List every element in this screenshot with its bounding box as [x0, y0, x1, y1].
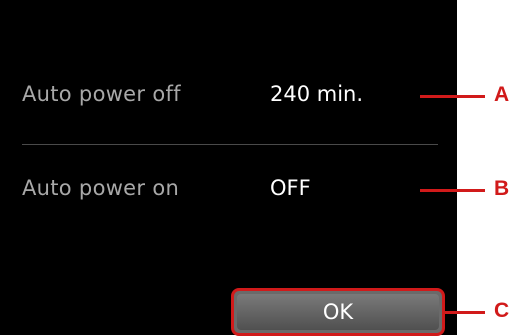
auto-power-on-value[interactable]: OFF — [270, 176, 311, 200]
auto-power-off-value[interactable]: 240 min. — [270, 82, 363, 106]
ok-button-label: OK — [237, 294, 439, 330]
auto-power-off-label: Auto power off — [22, 82, 181, 106]
callout-line-a — [420, 95, 485, 98]
printer-lcd-screen: Auto power off 240 min. Auto power on OF… — [0, 0, 457, 335]
auto-power-on-label: Auto power on — [22, 176, 180, 200]
callout-label-b: B — [494, 177, 510, 200]
row-divider — [22, 144, 438, 145]
callout-line-b — [420, 189, 485, 192]
callout-label-a: A — [494, 83, 510, 106]
callout-line-c — [445, 311, 485, 314]
ok-button[interactable]: OK — [231, 288, 445, 336]
callout-label-c: C — [494, 299, 510, 322]
